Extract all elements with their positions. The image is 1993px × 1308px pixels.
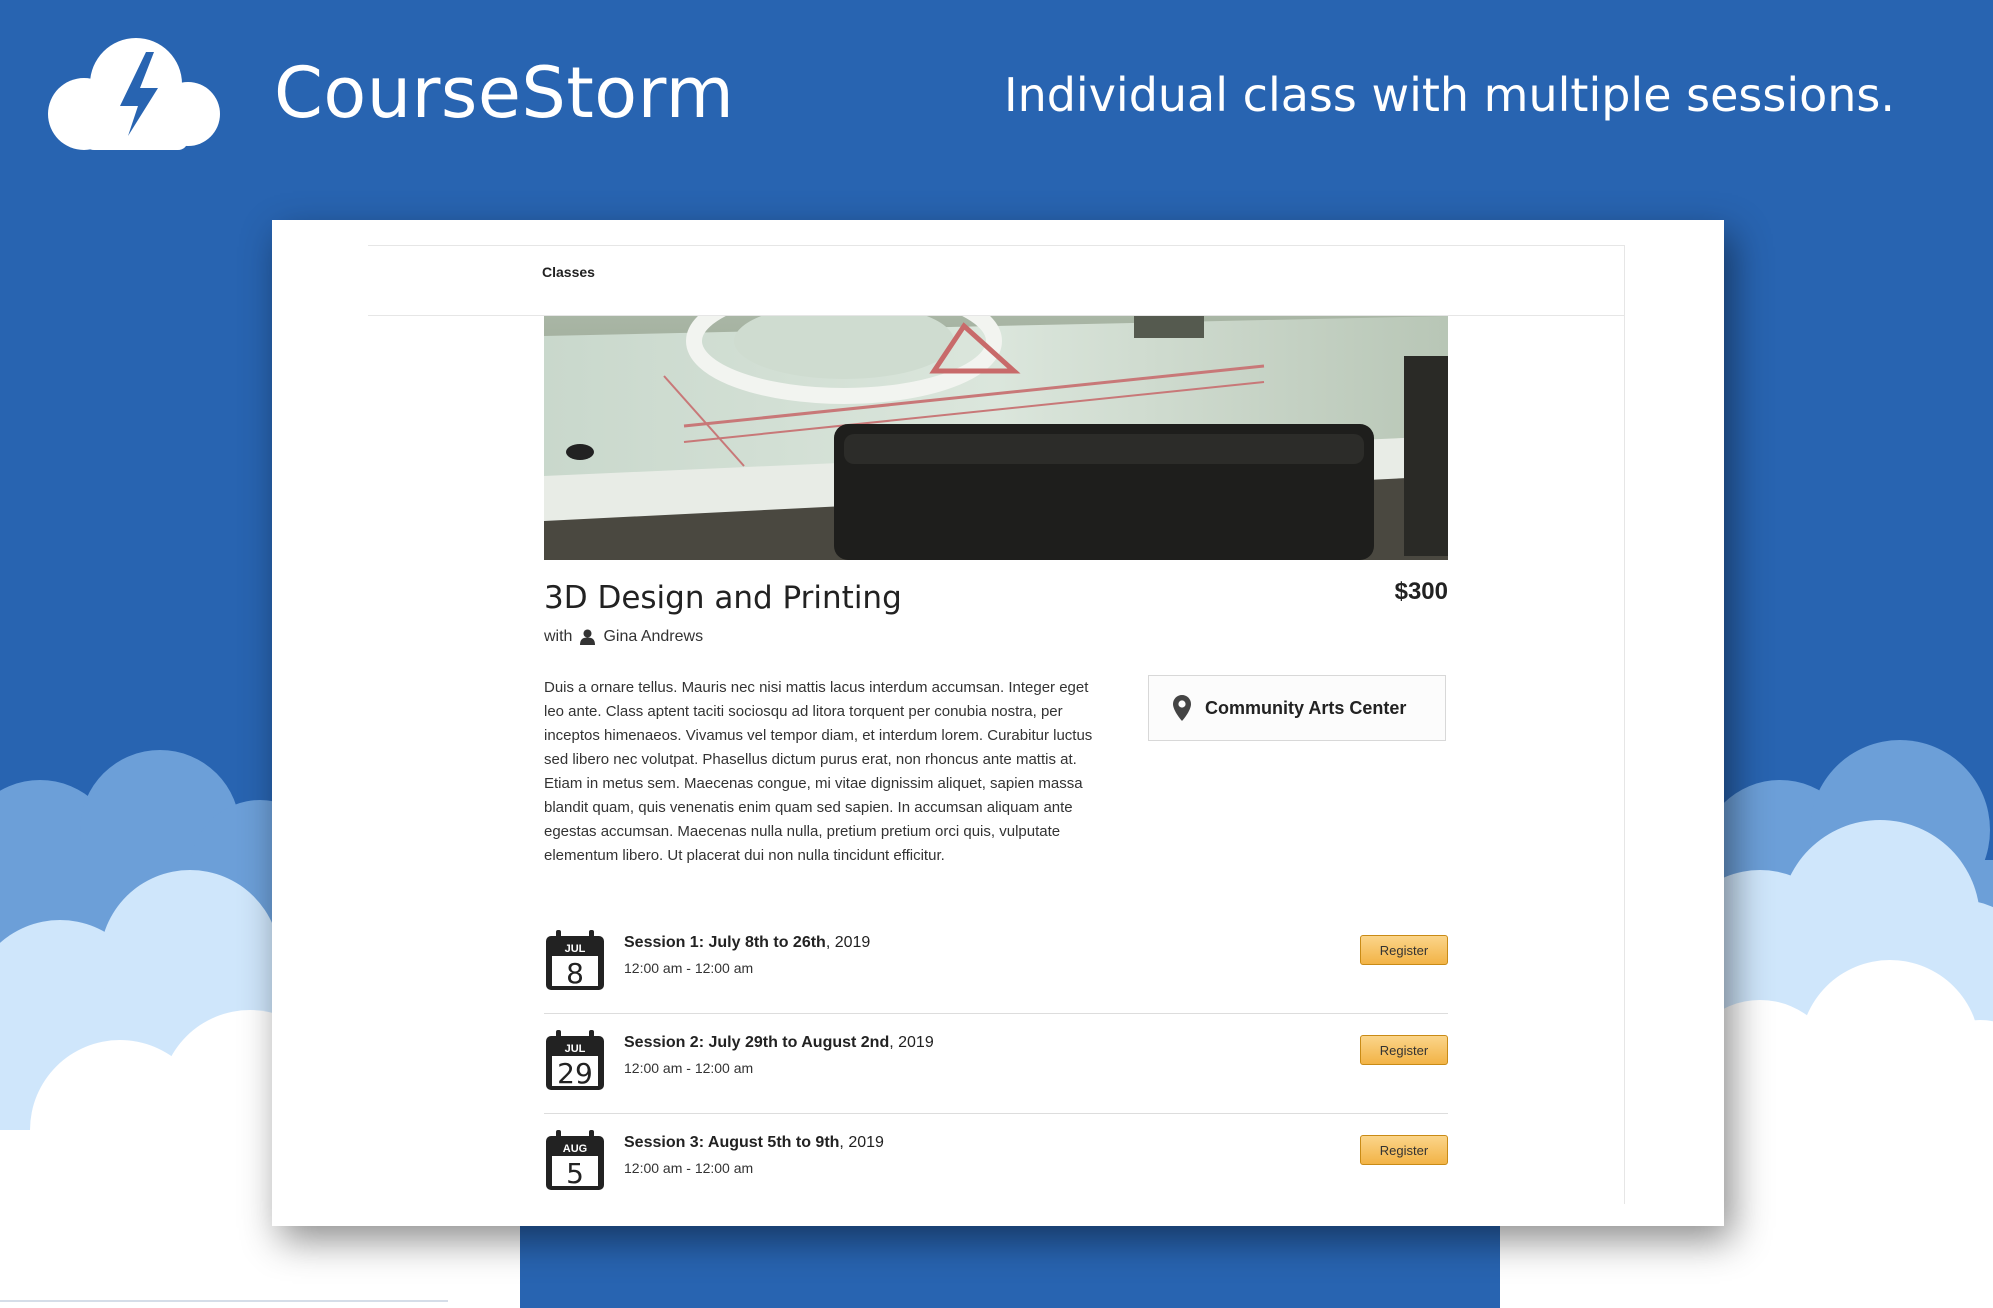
location-name: Community Arts Center: [1205, 697, 1407, 718]
course-hero-image: [544, 316, 1448, 560]
calendar-month: JUL: [565, 943, 586, 955]
session-dates: Session 1: July 8th to 26th: [624, 934, 826, 951]
calendar-day: 8: [566, 957, 584, 990]
calendar-day: 5: [566, 1157, 584, 1190]
register-button[interactable]: Register: [1360, 935, 1448, 965]
instructor-name[interactable]: Gina Andrews: [603, 628, 703, 646]
tagline: Individual class with multiple sessions.: [1004, 68, 1896, 122]
calendar-icon: AUG 5: [546, 1130, 604, 1190]
cloud-lightning-icon: [48, 38, 220, 150]
session-year: , 2019: [889, 1034, 934, 1051]
course-title: 3D Design and Printing: [544, 580, 902, 616]
nav-link-classes[interactable]: Classes: [542, 264, 595, 280]
instructor-prefix: with: [544, 628, 573, 645]
session-dates: Session 3: August 5th to 9th: [624, 1134, 840, 1151]
course-price: $300: [1394, 578, 1448, 605]
session-row: JUL 29 Session 2: July 29th to August 2n…: [544, 1014, 1448, 1114]
session-year: , 2019: [839, 1134, 884, 1151]
map-pin-icon: [1173, 695, 1191, 721]
session-time: 12:00 am - 12:00 am: [624, 1060, 754, 1076]
calendar-month: JUL: [565, 1043, 586, 1055]
brand-name: CourseStorm: [274, 52, 735, 134]
bottom-divider: [0, 1300, 448, 1302]
session-year: , 2019: [825, 934, 871, 951]
session-title: Session 2: July 29th to August 2nd, 2019: [624, 1034, 934, 1052]
session-title: Session 1: July 8th to 26th, 2019: [624, 934, 870, 952]
calendar-icon: JUL 29: [546, 1030, 604, 1090]
top-nav: [368, 245, 1624, 316]
class-page-window: Classes 3D Design and Printing $300 with…: [272, 220, 1724, 1226]
calendar-day: 29: [557, 1057, 593, 1090]
register-button[interactable]: Register: [1360, 1135, 1448, 1165]
session-dates: Session 2: July 29th to August 2nd: [624, 1034, 890, 1051]
location-box[interactable]: Community Arts Center: [1148, 675, 1446, 741]
calendar-icon: JUL 8: [546, 930, 604, 990]
session-row: AUG 5 Session 3: August 5th to 9th, 2019…: [544, 1114, 1448, 1214]
course-description: Duis a ornare tellus. Mauris nec nisi ma…: [544, 679, 1093, 864]
instructor-line: with Gina Andrews: [544, 628, 703, 646]
person-icon: [580, 629, 596, 645]
session-row: JUL 8 Session 1: July 8th to 26th, 2019 …: [544, 914, 1448, 1014]
register-button[interactable]: Register: [1360, 1035, 1448, 1065]
session-title: Session 3: August 5th to 9th, 2019: [624, 1134, 884, 1152]
session-time: 12:00 am - 12:00 am: [624, 1160, 754, 1176]
calendar-month: AUG: [563, 1143, 587, 1155]
session-time: 12:00 am - 12:00 am: [624, 960, 754, 976]
